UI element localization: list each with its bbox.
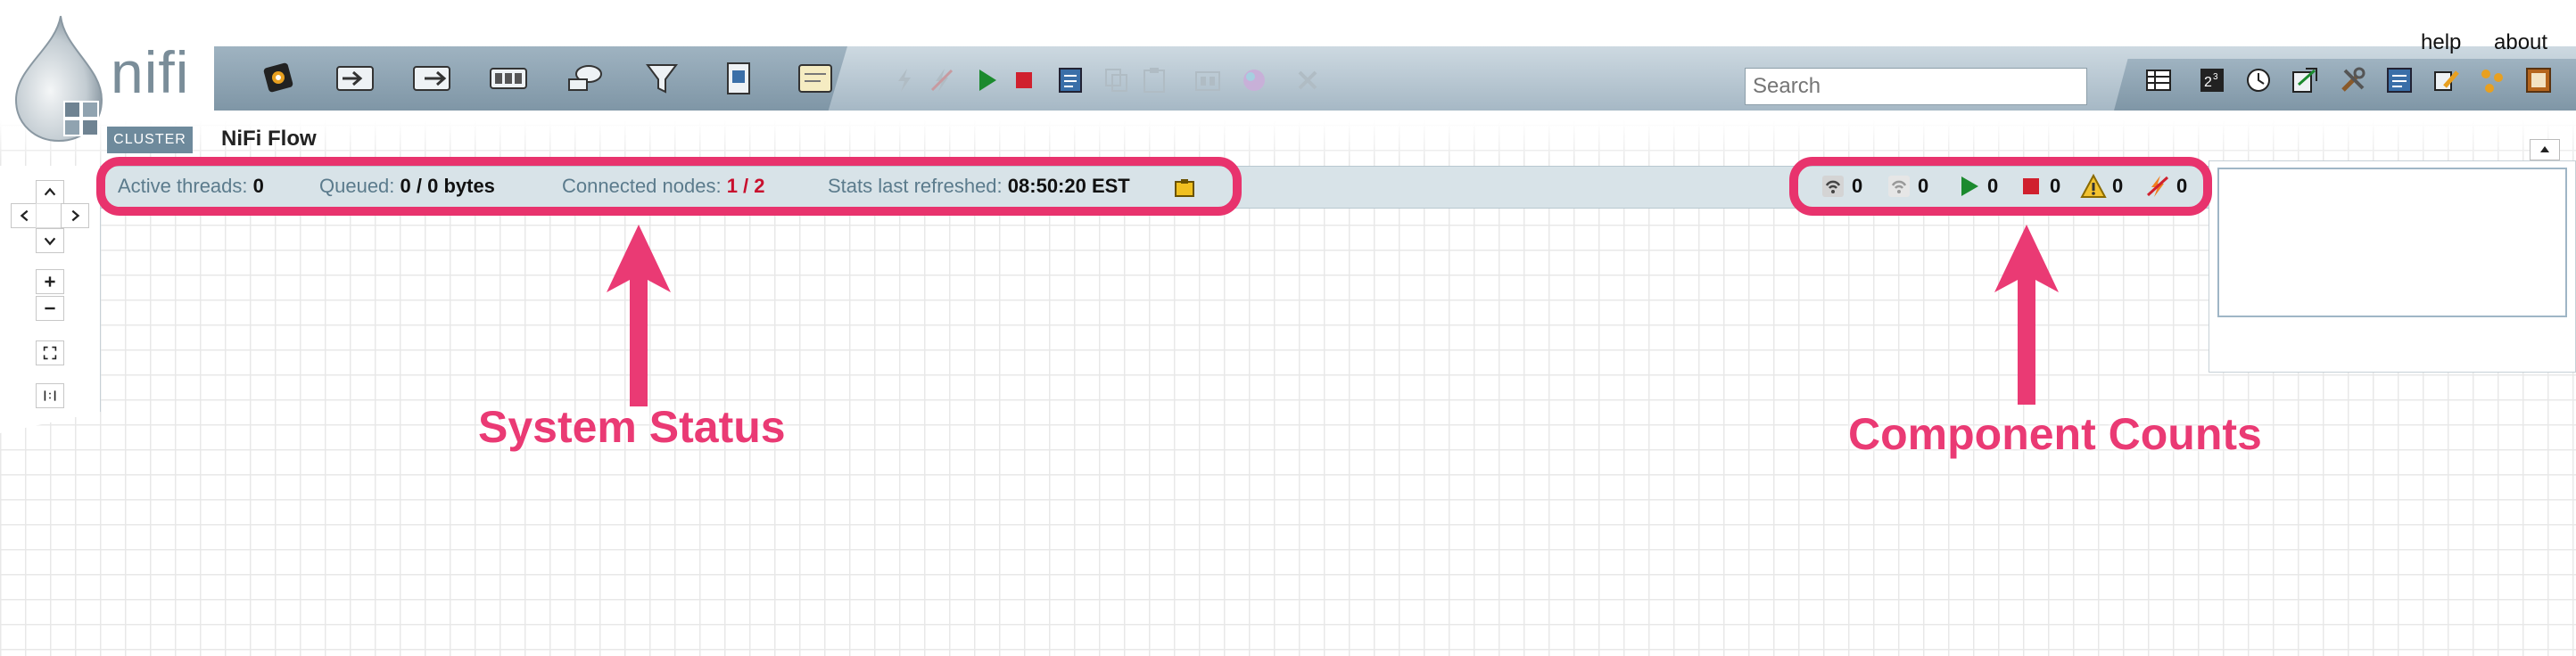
help-link[interactable]: help <box>2421 30 2461 55</box>
component-counts-highlight <box>1789 157 2212 216</box>
template-icon[interactable] <box>714 59 764 98</box>
history-icon[interactable] <box>2241 62 2276 98</box>
actual-size-button[interactable] <box>36 383 64 408</box>
chevron-down-icon <box>44 237 56 246</box>
plus-icon <box>45 276 55 287</box>
stop-icon[interactable] <box>1006 62 1042 98</box>
pan-up-button[interactable] <box>36 180 64 205</box>
actual-size-icon <box>44 390 56 401</box>
pan-down-button[interactable] <box>36 228 64 253</box>
paste-icon[interactable] <box>1136 62 1172 98</box>
flow-title: NiFi Flow <box>221 127 317 151</box>
controller-settings-icon[interactable] <box>2335 62 2371 98</box>
svg-text:2: 2 <box>2204 75 2212 90</box>
copy-icon[interactable] <box>1099 62 1135 98</box>
start-icon[interactable] <box>969 62 1004 98</box>
remote-process-group-icon[interactable] <box>560 59 610 98</box>
component-counts-arrow-icon <box>1994 225 2059 405</box>
chevron-left-icon <box>20 209 29 222</box>
cluster-icon[interactable] <box>2474 62 2510 98</box>
output-port-icon[interactable] <box>407 59 457 98</box>
chevron-up-icon <box>44 187 56 196</box>
system-status-label: System Status <box>478 402 786 452</box>
cluster-badge: CLUSTER <box>107 127 193 153</box>
create-template-icon[interactable] <box>1053 62 1088 98</box>
processor-icon[interactable] <box>253 59 303 98</box>
nifi-drop-logo-icon <box>9 12 109 144</box>
birdseye-viewport[interactable] <box>2217 168 2567 317</box>
disable-icon[interactable] <box>924 62 960 98</box>
input-port-icon[interactable] <box>330 59 380 98</box>
label-icon[interactable] <box>790 59 840 98</box>
process-group-icon[interactable] <box>483 59 533 98</box>
users-icon[interactable] <box>2428 62 2464 98</box>
birdseye-toggle-button[interactable] <box>2530 139 2560 160</box>
bulletin-board-icon[interactable] <box>2521 62 2556 98</box>
zoom-out-button[interactable] <box>36 296 64 321</box>
zoom-in-button[interactable] <box>36 269 64 294</box>
color-icon[interactable] <box>1236 62 1272 98</box>
fit-button[interactable] <box>36 340 64 365</box>
search-input[interactable] <box>1745 68 2087 105</box>
fit-screen-icon <box>43 346 57 360</box>
pan-right-button[interactable] <box>61 203 89 228</box>
funnel-icon[interactable] <box>637 59 687 98</box>
triangle-up-icon <box>2540 146 2549 152</box>
system-status-highlight <box>96 157 1242 216</box>
delete-icon[interactable] <box>1290 62 1325 98</box>
summary-icon[interactable] <box>2141 62 2176 98</box>
logo-text: nifi <box>111 39 190 105</box>
templates-icon[interactable] <box>2382 62 2417 98</box>
chevron-right-icon <box>71 209 80 222</box>
minus-icon <box>45 307 55 310</box>
component-counts-label: Component Counts <box>1848 409 2262 459</box>
system-status-arrow-icon <box>607 225 671 406</box>
svg-text:3: 3 <box>2213 72 2218 82</box>
counters-icon[interactable]: 23 <box>2194 62 2230 98</box>
group-icon[interactable] <box>1190 62 1226 98</box>
about-link[interactable]: about <box>2494 30 2547 55</box>
enable-icon[interactable] <box>887 62 922 98</box>
provenance-icon[interactable] <box>2287 62 2323 98</box>
